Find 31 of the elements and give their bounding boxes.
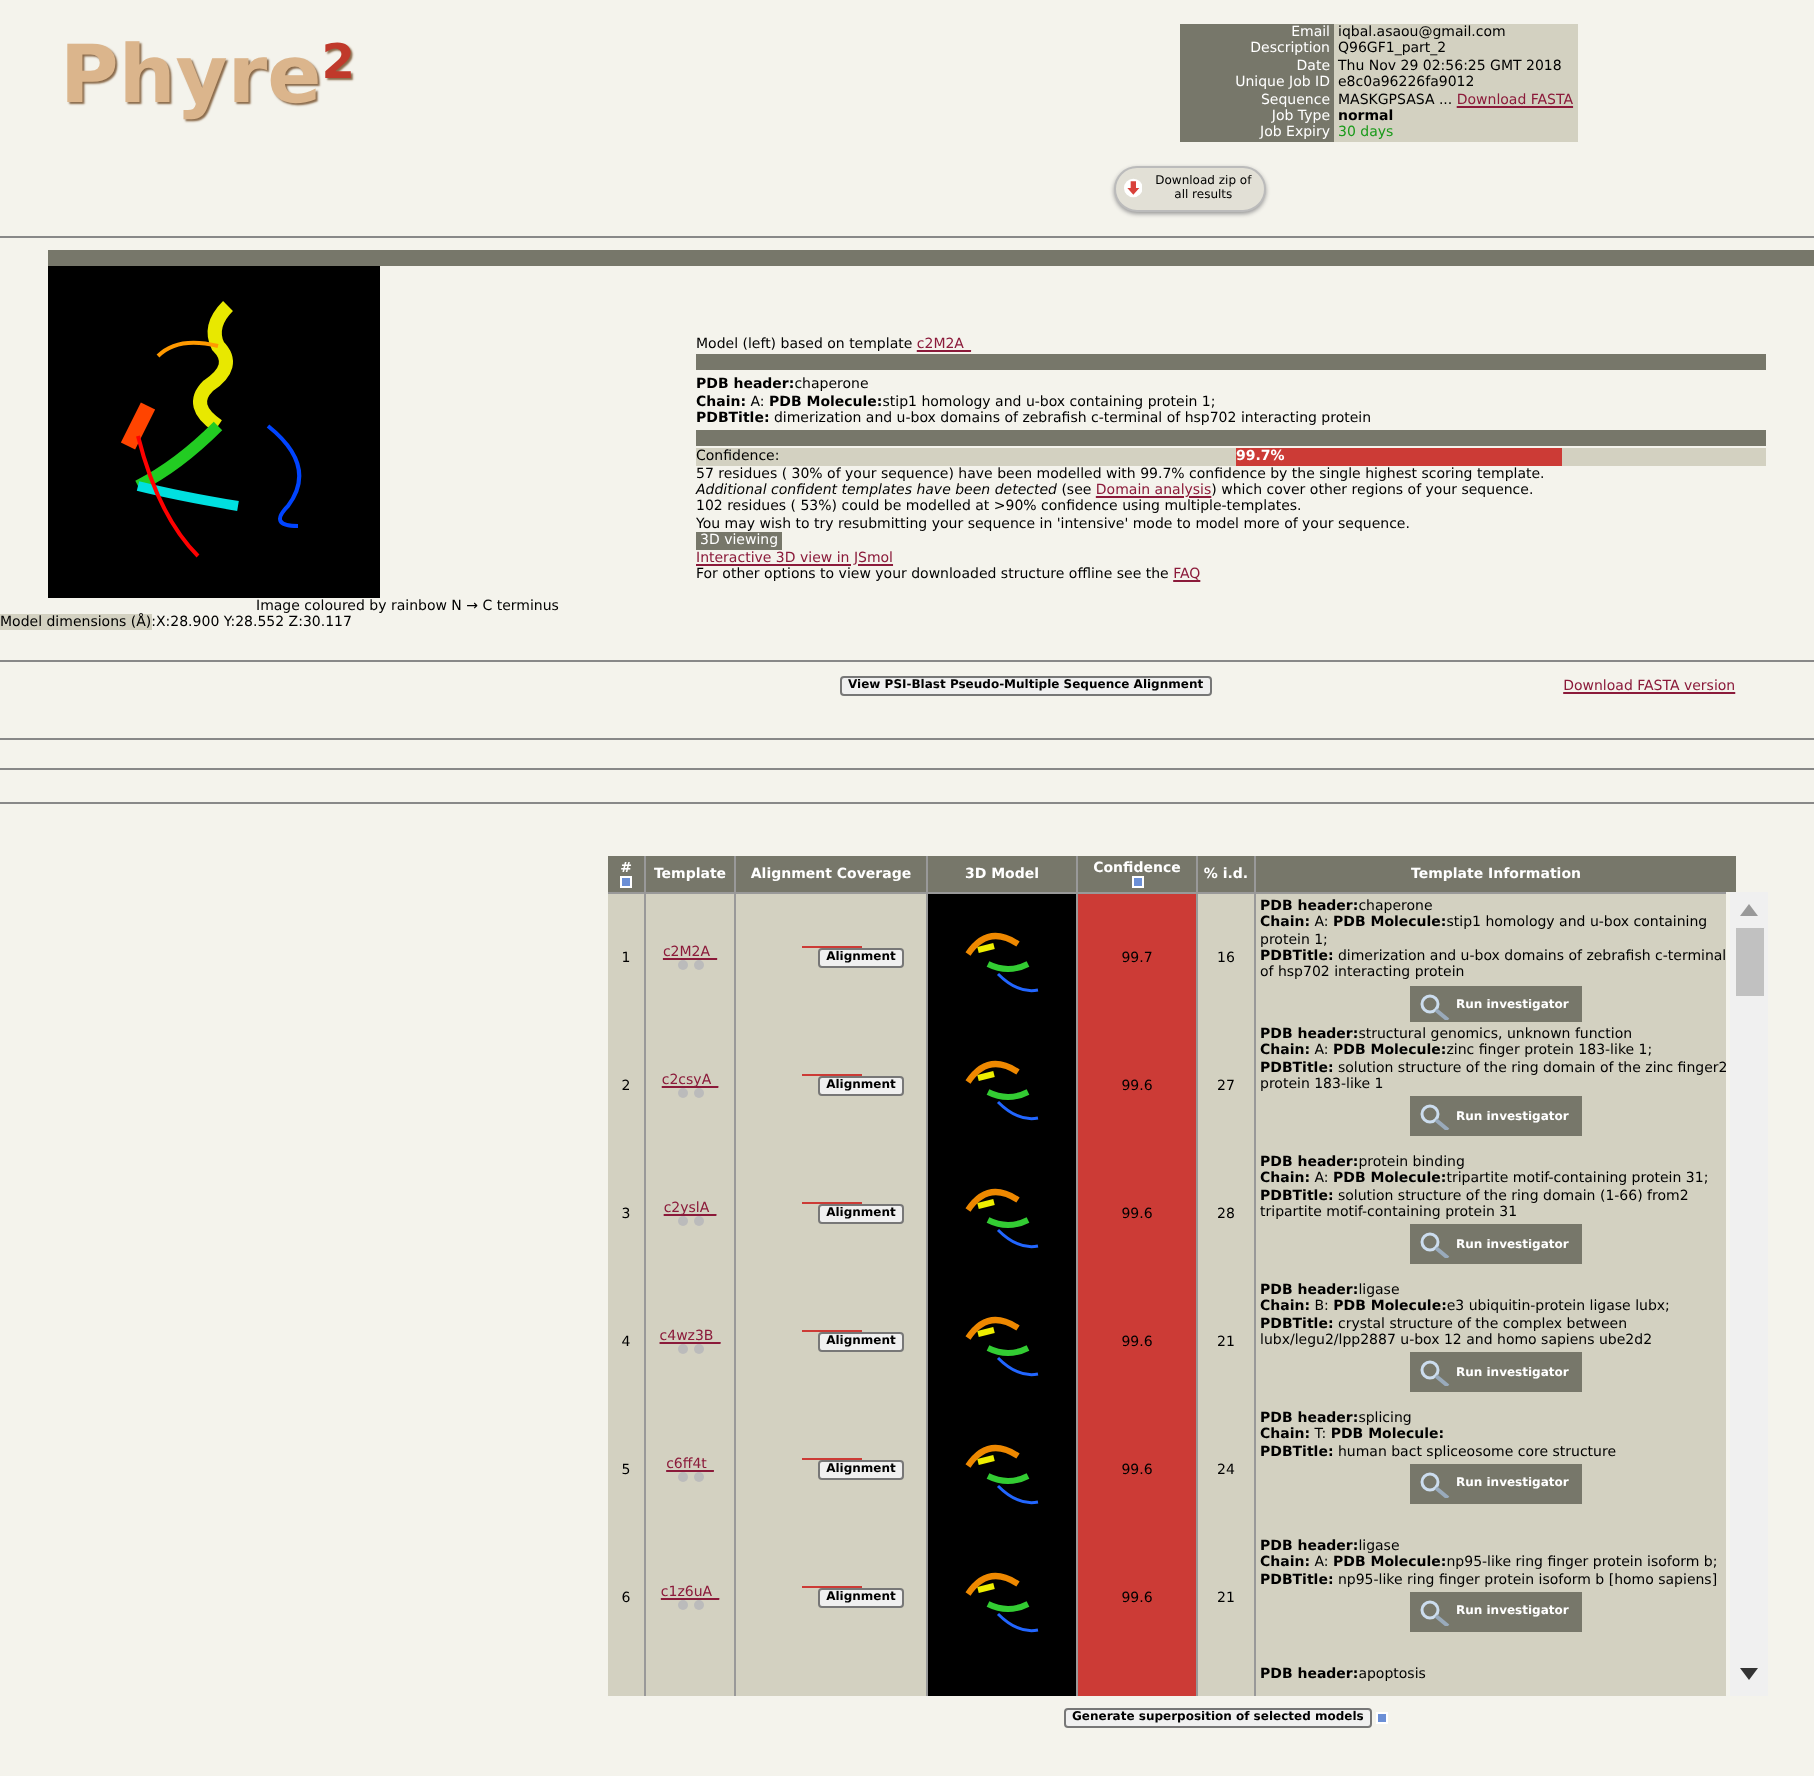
coverage-line: [801, 1586, 861, 1589]
sort-icon[interactable]: [1131, 875, 1143, 888]
dot-icon[interactable]: [677, 1600, 687, 1611]
dot-icon[interactable]: [677, 1344, 687, 1355]
magnifier-icon: [1418, 1230, 1450, 1259]
scroll-up-icon[interactable]: [1740, 903, 1758, 916]
dot-icon[interactable]: [677, 1472, 687, 1483]
logo: Phyre$^{2}$: [58, 28, 357, 126]
coverage-line: [801, 946, 861, 949]
dot-icon[interactable]: [693, 1472, 703, 1483]
magnifier-icon: [1418, 1597, 1450, 1626]
coverage-line: [801, 1202, 861, 1205]
coverage-line: [801, 1458, 861, 1461]
dot-icon[interactable]: [693, 1344, 703, 1355]
sort-icon[interactable]: [620, 875, 632, 888]
dot-icon[interactable]: [693, 1088, 703, 1099]
magnifier-icon: [1418, 1102, 1450, 1131]
coverage-line: [801, 1330, 861, 1333]
info-icon[interactable]: [1375, 1711, 1388, 1724]
dot-icon[interactable]: [693, 1216, 703, 1227]
scroll-thumb[interactable]: [1735, 927, 1763, 996]
dot-icon[interactable]: [677, 1088, 687, 1099]
dot-icon[interactable]: [677, 1216, 687, 1227]
magnifier-icon: [1418, 1358, 1450, 1387]
scroll-down-icon[interactable]: [1740, 1667, 1758, 1680]
magnifier-icon: [1418, 1469, 1450, 1498]
coverage-line: [801, 1074, 861, 1077]
dot-icon[interactable]: [693, 1600, 703, 1611]
dot-icon[interactable]: [677, 960, 687, 971]
dot-icon[interactable]: [693, 960, 703, 971]
magnifier-icon: [1418, 991, 1450, 1020]
